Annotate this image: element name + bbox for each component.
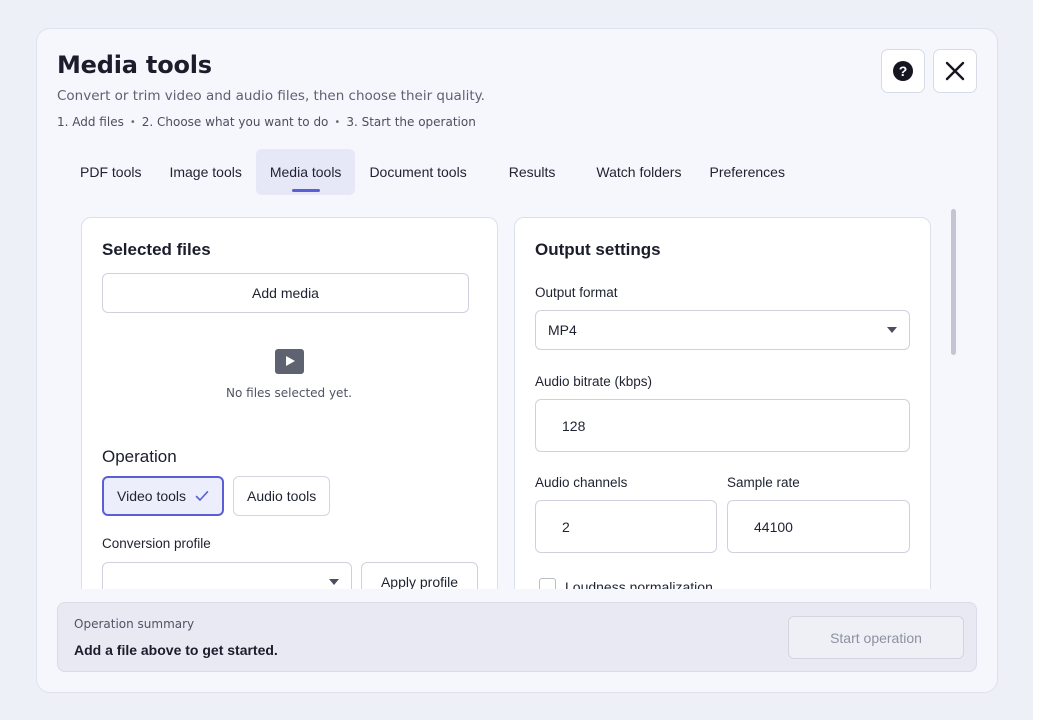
help-button[interactable]: ? — [881, 49, 925, 93]
audio-channels-input[interactable]: 2 — [535, 500, 717, 553]
dialog-subtitle: Convert or trim video and audio files, t… — [57, 88, 485, 104]
selected-files-panel: Selected files Add media No files select… — [81, 217, 498, 589]
tab-pdf-tools[interactable]: PDF tools — [66, 149, 155, 195]
window-edge — [1033, 0, 1050, 720]
scrollbar-thumb[interactable] — [951, 209, 956, 355]
format-value: MP4 — [548, 322, 577, 338]
steps-list: 1. Add files • 2. Choose what you want t… — [57, 115, 476, 129]
add-media-button[interactable]: Add media — [102, 273, 469, 313]
conversion-profile-select[interactable] — [102, 562, 352, 589]
empty-state-text: No files selected yet. — [226, 386, 352, 400]
audio-bitrate-label: Audio bitrate (kbps) — [535, 374, 653, 389]
tab-media-tools[interactable]: Media tools — [255, 149, 356, 195]
conversion-profile-label: Conversion profile — [102, 536, 211, 551]
tab-label: Preferences — [709, 164, 785, 180]
audio-channels-label: Audio channels — [535, 475, 628, 490]
selected-files-heading: Selected files — [102, 240, 211, 259]
dialog-title: Media tools — [57, 51, 212, 79]
step-2: 2. Choose what you want to do — [141, 115, 329, 129]
audio-bitrate-input[interactable]: 128 — [535, 399, 910, 452]
tab-bar: PDF tools Image tools Media tools Docume… — [66, 149, 799, 195]
operation-heading: Operation — [102, 447, 177, 466]
chevron-down-icon — [887, 327, 897, 333]
summary-text: Add a file above to get started. — [74, 642, 278, 658]
tab-preferences[interactable]: Preferences — [695, 149, 798, 195]
check-icon — [195, 491, 209, 501]
help-circle-icon: ? — [893, 61, 913, 81]
bitrate-value: 128 — [562, 417, 586, 434]
close-icon — [945, 61, 965, 81]
audio-tools-option[interactable]: Audio tools — [233, 476, 331, 516]
operation-summary-bar: Operation summary Add a file above to ge… — [57, 602, 977, 672]
tab-label: PDF tools — [80, 164, 142, 180]
play-icon — [275, 349, 304, 374]
output-settings-heading: Output settings — [535, 240, 661, 259]
active-tab-indicator — [291, 189, 320, 192]
tab-label: Results — [508, 164, 556, 180]
tab-watch-folders[interactable]: Watch folders — [582, 149, 695, 195]
tab-label: Document tools — [369, 164, 467, 180]
option-label: Video tools — [117, 488, 187, 504]
step-separator: • — [334, 116, 341, 128]
close-button[interactable] — [933, 49, 977, 93]
sample-rate-label: Sample rate — [727, 475, 800, 490]
tab-results[interactable]: Results — [481, 149, 583, 195]
sample-rate-input[interactable]: 44100 — [727, 500, 910, 553]
video-tools-option[interactable]: Video tools — [102, 476, 225, 516]
media-tools-dialog: Media tools Convert or trim video and au… — [36, 28, 998, 693]
step-separator: • — [129, 116, 136, 128]
chevron-down-icon — [329, 579, 339, 585]
start-operation-button[interactable]: Start operation — [788, 616, 964, 659]
loudness-normalization-row[interactable]: Loudness normalization — [539, 578, 713, 589]
output-settings-panel: Output settings Output format MP4 Audio … — [514, 217, 931, 589]
tab-document-tools[interactable]: Document tools — [355, 149, 480, 195]
content-scroll-area[interactable]: Selected files Add media No files select… — [81, 217, 953, 589]
tab-label: Media tools — [269, 164, 342, 180]
summary-label: Operation summary — [74, 617, 195, 631]
step-3: 3. Start the operation — [346, 115, 476, 129]
loudness-checkbox[interactable] — [539, 578, 556, 589]
loudness-label: Loudness normalization — [565, 578, 713, 590]
tab-image-tools[interactable]: Image tools — [155, 149, 255, 195]
sample-rate-value: 44100 — [754, 518, 793, 535]
tab-label: Watch folders — [596, 164, 682, 180]
output-format-select[interactable]: MP4 — [535, 310, 910, 350]
tab-label: Image tools — [169, 164, 242, 180]
option-label: Audio tools — [247, 488, 317, 504]
apply-profile-button[interactable]: Apply profile — [361, 562, 478, 589]
step-1: 1. Add files — [57, 115, 124, 129]
output-format-label: Output format — [535, 285, 618, 300]
channels-value: 2 — [562, 518, 570, 535]
